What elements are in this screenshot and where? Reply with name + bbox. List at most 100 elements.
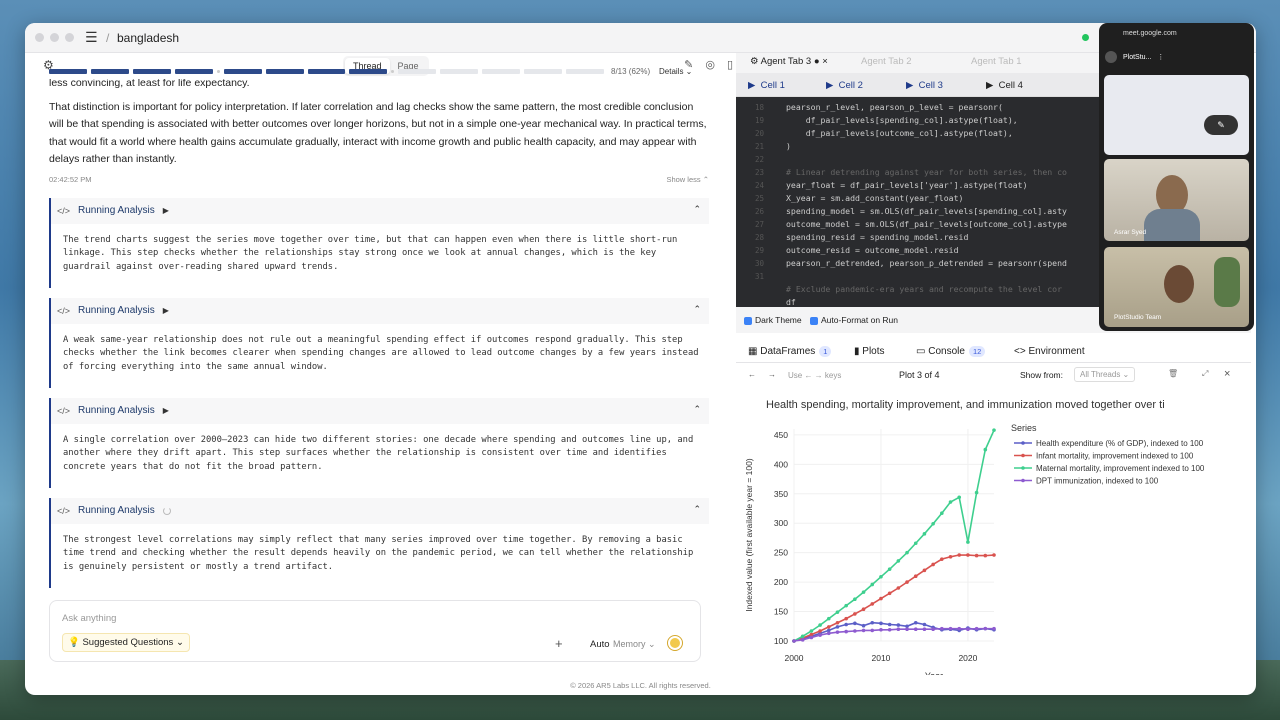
- line-number: 29: [754, 246, 764, 255]
- tab-cell-4[interactable]: ▶ Cell 4: [986, 80, 1023, 91]
- data-point: [835, 620, 840, 625]
- sidebar-icon[interactable]: ▯: [727, 58, 733, 71]
- delete-icon[interactable]: 🗑: [1168, 369, 1178, 378]
- data-point: [913, 574, 918, 579]
- y-tick-label: 350: [774, 489, 788, 499]
- tab-cell-3[interactable]: ▶ Cell 3: [906, 80, 943, 91]
- memory-dropdown[interactable]: Memory ⌄: [613, 639, 656, 650]
- pen-icon[interactable]: ✎: [1204, 115, 1238, 135]
- close-icon[interactable]: ×: [1224, 368, 1230, 380]
- data-point: [905, 550, 909, 555]
- participant-name: Asrar Syed: [1114, 229, 1147, 236]
- data-point: [983, 553, 988, 558]
- legend-marker: [1021, 441, 1025, 445]
- line-number: 23: [754, 168, 764, 177]
- tab-agent-3[interactable]: ⚙ Agent Tab 3 ● ×: [750, 56, 828, 67]
- collapse-icon[interactable]: ⌃: [693, 404, 701, 415]
- y-axis-label: Indexed value (first available year = 10…: [744, 458, 754, 611]
- collapse-icon[interactable]: ⌃: [693, 504, 701, 515]
- data-point: [861, 607, 866, 611]
- menu-icon[interactable]: ☰: [85, 29, 99, 46]
- analysis-header[interactable]: </> Running Analysis ▶ ⌃: [51, 297, 709, 324]
- analysis-header[interactable]: </> Running Analysis ▶ ⌃: [51, 197, 709, 224]
- line-number: 31: [754, 272, 764, 281]
- tab-dataframes[interactable]: ▦ DataFrames 1: [748, 346, 832, 357]
- data-point: [826, 616, 831, 621]
- line-number: 18: [754, 103, 764, 112]
- data-point: [966, 553, 970, 557]
- play-icon[interactable]: ▶: [163, 206, 169, 215]
- data-point: [853, 621, 857, 626]
- line-number: 28: [754, 233, 764, 242]
- dark-theme-checkbox[interactable]: Dark Theme: [744, 315, 802, 325]
- avatar: [1105, 51, 1117, 63]
- tab-cell-2[interactable]: ▶ Cell 2: [826, 80, 863, 91]
- stop-button[interactable]: [668, 636, 682, 650]
- details-button[interactable]: Details ⌄: [659, 67, 692, 76]
- data-point: [913, 620, 918, 625]
- collapse-icon[interactable]: ⌃: [693, 204, 701, 215]
- legend-label: Maternal mortality, improvement indexed …: [1036, 464, 1205, 473]
- threads-select[interactable]: All Threads ⌄: [1074, 367, 1136, 382]
- analysis-header[interactable]: </> Running Analysis ⌃: [51, 497, 709, 524]
- show-from-label: Show from:: [1020, 370, 1063, 380]
- code-line: ): [786, 141, 791, 151]
- y-tick-label: 450: [774, 430, 788, 440]
- code-line: spending_resid = spending_model.resid: [786, 232, 969, 242]
- play-icon[interactable]: ▶: [163, 306, 169, 315]
- participant-name: PlotStudio Team: [1114, 314, 1162, 321]
- suggested-questions-button[interactable]: 💡 Suggested Questions ⌄: [62, 633, 190, 652]
- code-line: df: [786, 297, 796, 307]
- ask-placeholder[interactable]: Ask anything: [62, 613, 116, 624]
- compass-icon[interactable]: ◎: [705, 58, 715, 71]
- code-content[interactable]: pearson_r_level, pearson_p_level = pears…: [786, 101, 1067, 307]
- data-point: [835, 630, 840, 634]
- screen-share-thumbnail[interactable]: ✎: [1104, 75, 1249, 155]
- mode-auto[interactable]: Auto: [590, 639, 610, 650]
- analysis-body: The trend charts suggest the series move…: [63, 234, 678, 272]
- tab-console[interactable]: ▭ Console 12: [916, 346, 986, 357]
- window-controls[interactable]: [35, 33, 74, 42]
- tab-agent-2[interactable]: Agent Tab 2: [861, 56, 912, 67]
- meet-overlay: meet.google.com PlotStu... ⋮ ✎ Asrar Sye…: [1099, 23, 1254, 331]
- auto-format-checkbox[interactable]: Auto-Format on Run: [810, 315, 898, 325]
- message-text: less convincing, at least for life expec…: [49, 79, 250, 89]
- tab-plots[interactable]: ▮ Plots: [854, 346, 885, 357]
- progress-text: 8/13 (62%): [611, 67, 651, 76]
- legend-title: Series: [1011, 423, 1037, 433]
- thread-content[interactable]: less convincing, at least for life expec…: [49, 79, 709, 629]
- data-point: [957, 626, 962, 631]
- show-less-link[interactable]: Show less ⌃: [666, 175, 709, 184]
- tab-cell-1[interactable]: ▶ Cell 1: [748, 80, 785, 91]
- data-point: [861, 628, 866, 633]
- tab-agent-1[interactable]: Agent Tab 1: [971, 56, 1022, 67]
- data-point: [809, 629, 814, 633]
- next-plot-icon[interactable]: →: [768, 370, 776, 379]
- meet-url: meet.google.com: [1123, 30, 1177, 37]
- analysis-header[interactable]: </> Running Analysis ▶ ⌃: [51, 397, 709, 424]
- participant-video[interactable]: Asrar Syed: [1104, 159, 1249, 241]
- expand-icon[interactable]: ⤢: [1202, 369, 1208, 379]
- data-point: [940, 626, 944, 631]
- collapse-icon[interactable]: ⌃: [693, 304, 701, 315]
- tab-environment[interactable]: <> Environment: [1014, 346, 1085, 357]
- series-line: [793, 621, 995, 642]
- play-icon[interactable]: ▶: [163, 406, 169, 415]
- line-number: 25: [754, 194, 764, 203]
- prev-plot-icon[interactable]: ←: [748, 370, 756, 379]
- line-number: 20: [754, 129, 764, 138]
- code-line: outcome_resid = outcome_model.resid: [786, 245, 959, 255]
- y-tick-label: 250: [774, 548, 788, 558]
- data-point: [922, 622, 927, 627]
- more-icon[interactable]: ⋮: [1157, 53, 1164, 61]
- plus-icon[interactable]: +: [555, 636, 563, 651]
- data-point: [879, 575, 883, 579]
- participant-video[interactable]: PlotStudio Team: [1104, 247, 1249, 327]
- data-point: [861, 590, 866, 594]
- data-point: [896, 627, 901, 632]
- data-point: [948, 626, 953, 631]
- chat-input[interactable]: Ask anything 💡 Suggested Questions ⌄ + A…: [49, 600, 701, 662]
- line-number: 26: [754, 207, 764, 216]
